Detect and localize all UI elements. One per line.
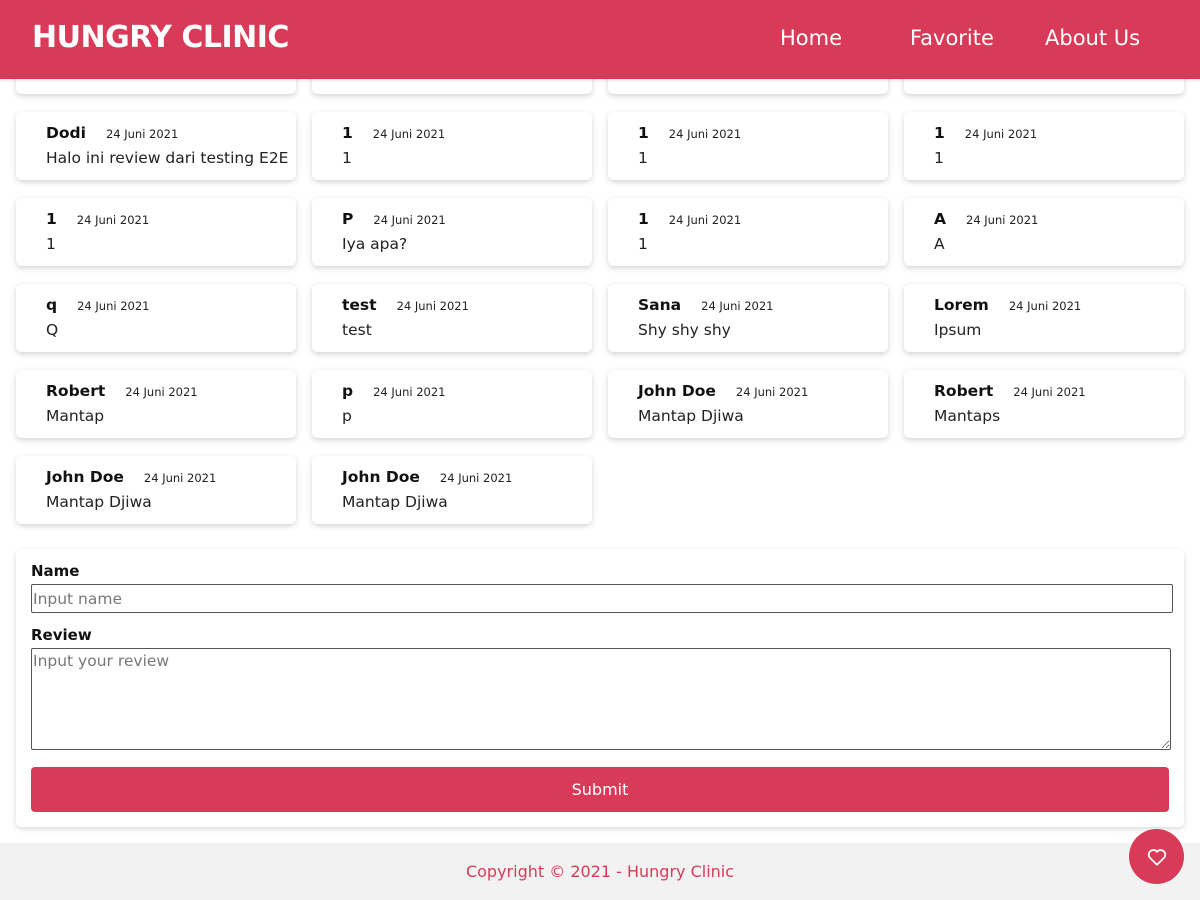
reviewer-name: John Doe xyxy=(342,468,420,486)
review-card: P 24 Juni 2021 Iya apa? xyxy=(312,198,592,266)
review-text: Shy shy shy xyxy=(638,321,731,339)
review-text: Q xyxy=(46,321,59,339)
review-text: Mantaps xyxy=(934,407,1001,425)
review-text: 1 xyxy=(46,235,56,253)
review-date: 24 Juni 2021 xyxy=(396,299,469,313)
review-text: p xyxy=(342,407,352,425)
review-label: Review xyxy=(31,626,92,644)
app-header: HUNGRY CLINIC Home Favorite About Us xyxy=(0,0,1200,79)
name-input[interactable] xyxy=(31,584,1173,613)
reviewer-name: John Doe xyxy=(638,382,716,400)
reviewer-name: John Doe xyxy=(46,468,124,486)
reviewer-name: 1 xyxy=(638,124,649,142)
submit-button[interactable]: Submit xyxy=(31,767,1169,812)
review-date: 24 Juni 2021 xyxy=(373,213,446,227)
review-date: 24 Juni 2021 xyxy=(966,213,1039,227)
brand-logo[interactable]: HUNGRY CLINIC xyxy=(32,20,289,55)
heart-icon xyxy=(1147,848,1167,866)
review-date: 24 Juni 2021 xyxy=(125,385,198,399)
review-text: Iya apa? xyxy=(342,235,408,253)
review-card: 1 24 Juni 2021 1 xyxy=(608,112,888,180)
review-card: A 24 Juni 2021 A xyxy=(904,198,1184,266)
nav-favorite-link[interactable]: Favorite xyxy=(910,26,994,50)
reviewer-name: 1 xyxy=(638,210,649,228)
review-date: 24 Juni 2021 xyxy=(143,471,217,485)
review-date: 24 Juni 2021 xyxy=(76,213,150,227)
review-date: 24 Juni 2021 xyxy=(1008,299,1082,313)
review-card: Sana 24 Juni 2021 Shy shy shy xyxy=(608,284,888,352)
review-text: Mantap Djiwa xyxy=(638,407,744,425)
nav-home-link[interactable]: Home xyxy=(780,26,842,50)
app-footer: Copyright © 2021 - Hungry Clinic xyxy=(0,843,1200,900)
review-text: 1 xyxy=(342,149,352,167)
review-card: test 24 Juni 2021 test xyxy=(312,284,592,352)
reviewer-name: Dodi xyxy=(46,124,86,142)
review-card: p 24 Juni 2021 p xyxy=(312,370,592,438)
nav-about-link[interactable]: About Us xyxy=(1045,26,1140,50)
review-card: John Doe 24 Juni 2021 Mantap Djiwa xyxy=(608,370,888,438)
review-text: Ipsum xyxy=(934,321,982,339)
review-textarea[interactable] xyxy=(31,648,1171,750)
review-form: Name Review Submit xyxy=(16,549,1184,827)
review-text: 1 xyxy=(638,149,648,167)
reviewer-name: q xyxy=(46,296,58,314)
review-text: test xyxy=(342,321,372,339)
reviewer-name: P xyxy=(342,210,354,228)
reviewer-name: 1 xyxy=(934,124,945,142)
reviewer-name: Lorem xyxy=(934,296,989,314)
review-text: Mantap xyxy=(46,407,105,425)
name-label: Name xyxy=(31,562,80,580)
review-card: Robert 24 Juni 2021 Mantaps xyxy=(904,370,1184,438)
review-text: 1 xyxy=(638,235,648,253)
review-card: Dodi 24 Juni 2021 Halo ini review dari te… xyxy=(16,112,296,180)
review-date: 24 Juni 2021 xyxy=(372,127,446,141)
review-date: 24 Juni 2021 xyxy=(1013,385,1086,399)
review-card: 1 24 Juni 2021 1 xyxy=(312,112,592,180)
review-card: q 24 Juni 2021 Q xyxy=(16,284,296,352)
review-text: 1 xyxy=(934,149,944,167)
review-date: 24 Juni 2021 xyxy=(668,127,742,141)
review-card: 1 24 Juni 2021 1 xyxy=(16,198,296,266)
review-date: 24 Juni 2021 xyxy=(668,213,742,227)
review-date: 24 Juni 2021 xyxy=(105,127,179,141)
review-date: 24 Juni 2021 xyxy=(373,385,446,399)
review-text: Mantap Djiwa xyxy=(46,493,152,511)
review-card: 1 24 Juni 2021 1 xyxy=(608,198,888,266)
reviewer-name: test xyxy=(342,296,377,314)
reviewer-name: 1 xyxy=(342,124,353,142)
review-text: Halo ini review dari testing E2E xyxy=(46,149,289,167)
review-card: John Doe 24 Juni 2021 Mantap Djiwa xyxy=(312,456,592,524)
reviewer-name: Sana xyxy=(638,296,682,314)
review-text: A xyxy=(934,235,945,253)
reviewer-name: 1 xyxy=(46,210,57,228)
review-date: 24 Juni 2021 xyxy=(735,385,809,399)
review-card: John Doe 24 Juni 2021 Mantap Djiwa xyxy=(16,456,296,524)
review-card: Lorem 24 Juni 2021 Ipsum xyxy=(904,284,1184,352)
review-card: 1 24 Juni 2021 1 xyxy=(904,112,1184,180)
review-date: 24 Juni 2021 xyxy=(964,127,1038,141)
reviewer-name: Robert xyxy=(46,382,106,400)
reviewer-name: Robert xyxy=(934,382,994,400)
copyright-text: Copyright © 2021 - Hungry Clinic xyxy=(465,862,735,881)
reviewer-name: A xyxy=(934,210,946,228)
review-date: 24 Juni 2021 xyxy=(701,299,774,313)
review-card: Robert 24 Juni 2021 Mantap xyxy=(16,370,296,438)
review-text: Mantap Djiwa xyxy=(342,493,448,511)
favorite-fab-button[interactable] xyxy=(1129,829,1184,884)
reviewer-name: p xyxy=(342,382,354,400)
review-date: 24 Juni 2021 xyxy=(77,299,150,313)
review-date: 24 Juni 2021 xyxy=(439,471,513,485)
